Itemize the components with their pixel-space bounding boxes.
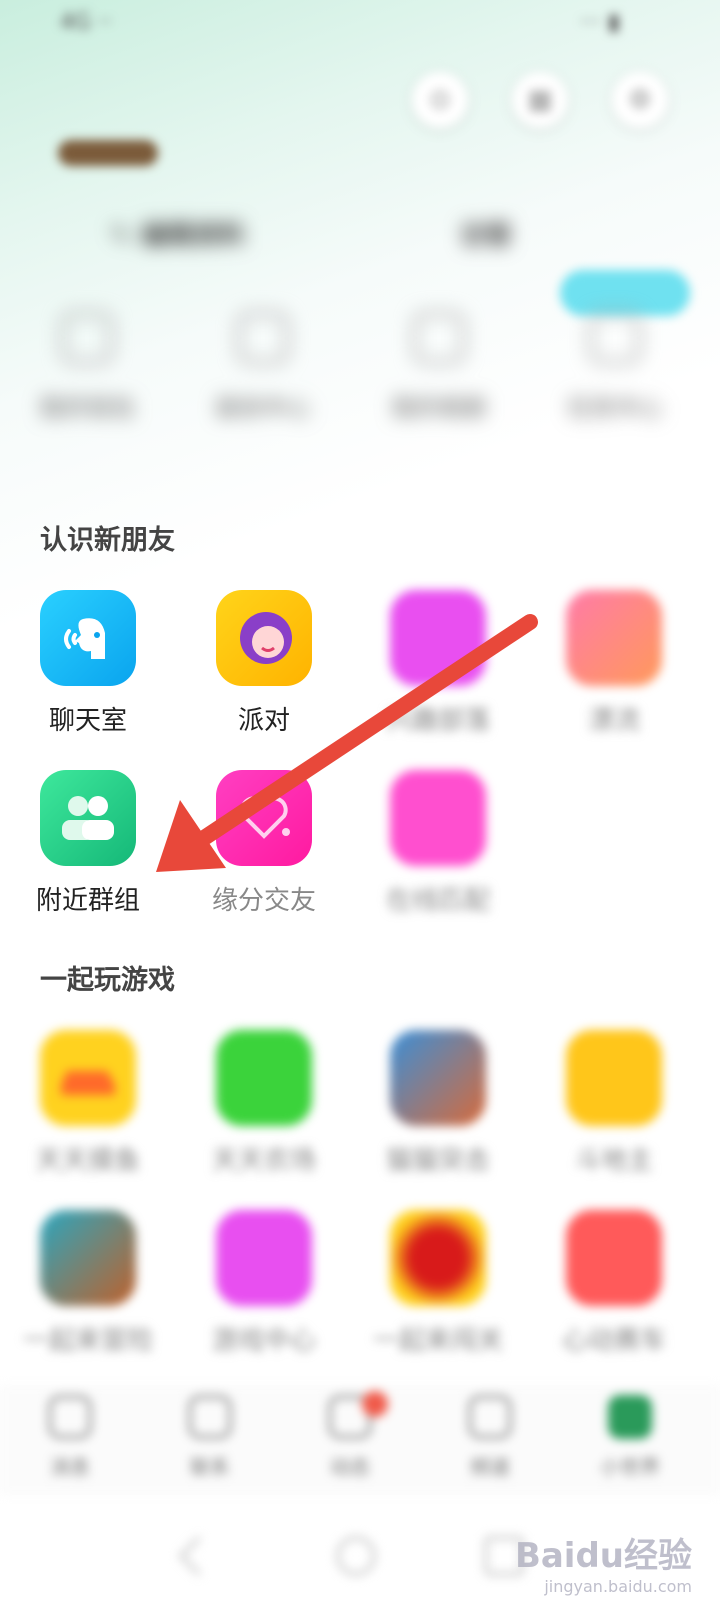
app-label: 在线匹配 [385, 886, 490, 916]
match-icon [390, 770, 486, 866]
level-game-icon [390, 1210, 486, 1306]
app-online-match[interactable]: 在线匹配 [358, 770, 518, 917]
quick-item-label: 装扮中心 [215, 394, 311, 422]
app-label: 天天摸鱼 [35, 1146, 140, 1176]
edit-profile-link[interactable]: ✎ 编辑资料 [110, 215, 245, 252]
quick-item-dressup[interactable]: 装扮中心 [188, 300, 338, 423]
cat-game-icon [390, 1030, 486, 1126]
game-item[interactable]: 游戏中心 [184, 1210, 344, 1357]
back-icon[interactable] [178, 1536, 218, 1576]
channel-icon [468, 1395, 512, 1439]
quick-item-album[interactable]: 我的相册 [364, 300, 514, 423]
car-game-icon [40, 1030, 136, 1126]
app-label: 兴趣部落 [385, 706, 490, 736]
nav-feed[interactable]: 动态 [300, 1391, 400, 1480]
app-label: 漂流 [587, 706, 640, 736]
nav-channels[interactable]: 频道 [440, 1395, 540, 1480]
username [58, 140, 158, 166]
settings-icon[interactable]: ⚙ [612, 72, 668, 128]
battery-indicator: ··· ▮ [579, 10, 620, 35]
bottom-nav: 消息 联系 动态 频道 小世界 [0, 1385, 720, 1495]
game-center-icon [216, 1210, 312, 1306]
nav-label: 消息 [50, 1455, 90, 1479]
nav-world[interactable]: 小世界 [580, 1395, 680, 1480]
app-label: 一起来冒险 [22, 1326, 153, 1356]
section-title-meet: 认识新朋友 [40, 525, 175, 556]
signal-indicator: 4G ·· [60, 10, 113, 35]
section-title-games: 一起玩游戏 [40, 965, 175, 996]
nav-label: 动态 [330, 1455, 370, 1479]
watermark-logo: Baidu经验 [514, 1536, 692, 1576]
party-icon [216, 590, 312, 686]
game-item[interactable]: 天天农场 [184, 1030, 344, 1177]
app-tribe[interactable]: 兴趣部落 [358, 590, 518, 737]
game-item[interactable]: 一起来闯关 [358, 1210, 518, 1357]
album-icon [413, 312, 465, 364]
quick-item-label: 我的钱包 [39, 394, 135, 422]
app-label: 天天农场 [211, 1146, 316, 1176]
app-match-friends[interactable]: 缘分交友 [184, 770, 344, 917]
racing-game-icon [566, 1210, 662, 1306]
app-label: 心动赛车 [561, 1326, 666, 1356]
heart-icon [216, 770, 312, 866]
game-item[interactable]: 斗地主 [534, 1030, 694, 1177]
status-bar: 4G ·· ··· ▮ [0, 0, 720, 50]
app-label: 斗地主 [574, 1146, 653, 1176]
app-drift[interactable]: 漂流 [534, 590, 694, 737]
quick-item-wallet[interactable]: 我的钱包 [12, 300, 162, 423]
home-icon[interactable] [336, 1536, 376, 1576]
app-party[interactable]: 派对 [184, 590, 344, 737]
chatroom-icon [40, 590, 136, 686]
app-label: 猫猫突击 [385, 1146, 490, 1176]
watermark: Baidu经验 jingyan.baidu.com [515, 1528, 692, 1596]
calendar-icon[interactable]: ▦ [512, 72, 568, 128]
game-item[interactable]: 一起来冒险 [8, 1210, 168, 1357]
quick-item-tasks[interactable]: 任务中心 [540, 300, 690, 423]
nav-label: 小世界 [600, 1455, 660, 1479]
quick-item-label: 我的相册 [391, 394, 487, 422]
notification-badge [362, 1391, 388, 1417]
app-label: 游戏中心 [211, 1326, 316, 1356]
profile-links: ✎ 编辑资料 访客 [0, 215, 720, 265]
scan-icon[interactable]: ⊙ [412, 72, 468, 128]
app-nearby-groups[interactable]: 附近群组 [8, 770, 168, 917]
app-label: 一起来闯关 [372, 1326, 503, 1356]
group-icon [40, 770, 136, 866]
adventure-game-icon [40, 1210, 136, 1306]
game-item[interactable]: 心动赛车 [534, 1210, 694, 1357]
wallet-icon [61, 312, 113, 364]
quick-item-label: 任务中心 [567, 394, 663, 422]
nav-label: 频道 [470, 1455, 510, 1479]
nav-messages[interactable]: 消息 [20, 1395, 120, 1480]
watermark-url: jingyan.baidu.com [544, 1577, 692, 1596]
tribe-icon [390, 590, 486, 686]
game-item[interactable]: 猫猫突击 [358, 1030, 518, 1177]
tree-icon [608, 1395, 652, 1439]
nav-label: 联系 [190, 1455, 230, 1479]
message-icon [48, 1395, 92, 1439]
drift-icon [566, 590, 662, 686]
app-label: 缘分交友 [211, 886, 316, 916]
app-label: 附近群组 [35, 886, 140, 916]
app-label: 聊天室 [48, 706, 127, 736]
app-label: 派对 [237, 706, 290, 736]
shirt-icon [237, 312, 289, 364]
task-icon [589, 312, 641, 364]
quick-actions-row: 我的钱包 装扮中心 我的相册 任务中心 [0, 300, 720, 430]
nav-contacts[interactable]: 联系 [160, 1395, 260, 1480]
app-chatroom[interactable]: 聊天室 [8, 590, 168, 737]
cards-game-icon [566, 1030, 662, 1126]
visitors-link[interactable]: 访客 [460, 215, 512, 252]
farm-game-icon [216, 1030, 312, 1126]
contacts-icon [188, 1395, 232, 1439]
game-item[interactable]: 天天摸鱼 [8, 1030, 168, 1177]
